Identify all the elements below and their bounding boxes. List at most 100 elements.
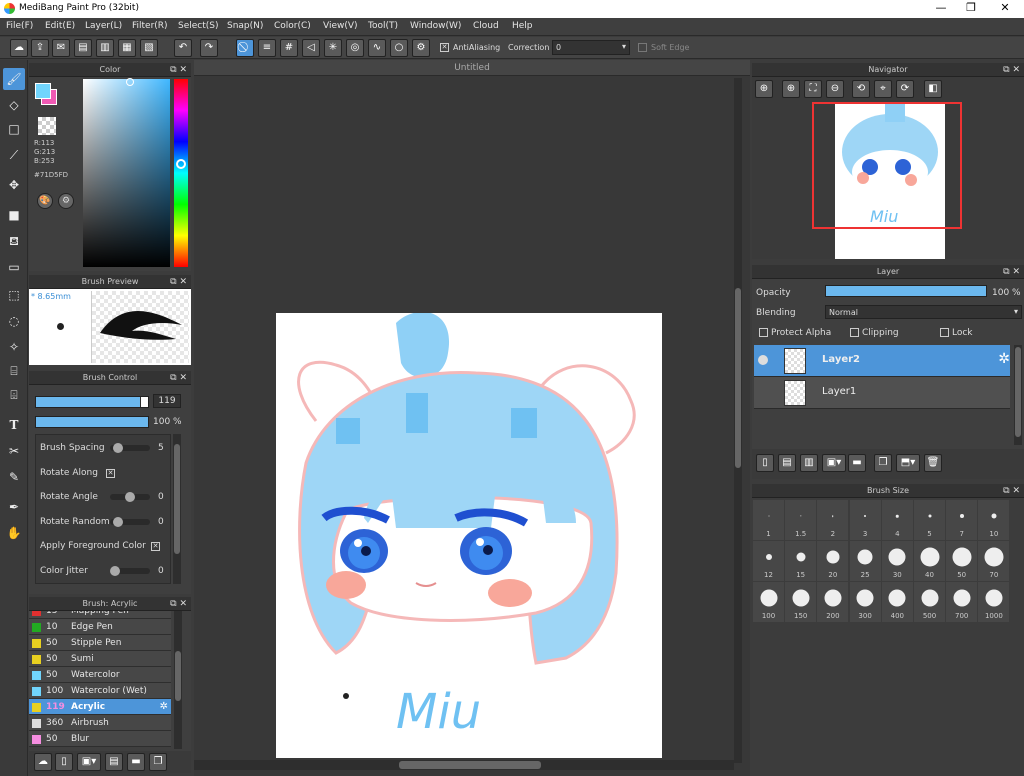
brush-opacity-slider[interactable] — [35, 416, 149, 428]
brush-size-slider[interactable] — [35, 396, 149, 408]
select-tool-icon[interactable]: ⬚ — [3, 284, 25, 306]
menu-layer[interactable]: Layer(L) — [85, 21, 122, 31]
brush-list-item[interactable]: 360 Airbrush — [29, 715, 171, 731]
menu-cloud[interactable]: Cloud — [473, 21, 499, 31]
brush-list-item[interactable]: 15 Mapping Pen — [29, 611, 171, 619]
concentric-snap-icon[interactable]: ◎ — [346, 39, 364, 57]
brush-size-option[interactable]: 700 — [946, 582, 978, 622]
panel-close-icon[interactable]: ⧉ ✕ — [170, 597, 187, 611]
brush-list-item[interactable]: 50 Sumi — [29, 651, 171, 667]
move-tool-icon[interactable]: ✥ — [3, 174, 25, 196]
panel-close-icon[interactable]: ⧉ ✕ — [1003, 265, 1020, 279]
cloud-brush-icon[interactable]: ☁ — [34, 753, 52, 771]
select-pen-icon[interactable]: ⌸ — [3, 360, 25, 382]
slider-knob[interactable] — [125, 492, 135, 502]
menu-color[interactable]: Color(C) — [274, 21, 311, 31]
brush-option-slider[interactable] — [110, 565, 150, 576]
brush-size-option[interactable]: 30 — [881, 541, 913, 581]
brush-list-item[interactable]: 10 Edge Pen — [29, 619, 171, 635]
folder-icon[interactable]: ▬ — [127, 753, 145, 771]
menu-file[interactable]: File(F) — [6, 21, 33, 31]
panel-close-icon[interactable]: ⧉ ✕ — [1003, 63, 1020, 77]
fit-icon[interactable]: ⛶ — [804, 80, 822, 98]
layer-list-scrollbar[interactable] — [1014, 345, 1022, 445]
cloud-icon[interactable]: ☁ — [10, 39, 28, 57]
brush-size-option[interactable]: 70 — [978, 541, 1010, 581]
duplicate-brush-icon[interactable]: ❐ — [149, 753, 167, 771]
brush-size-option[interactable]: 2 — [817, 500, 849, 540]
navigator-viewport-frame[interactable] — [812, 102, 962, 229]
brush-size-option[interactable]: 1.5 — [785, 500, 817, 540]
brush-size-option[interactable]: 400 — [881, 582, 913, 622]
close-window-button[interactable]: ✕ — [990, 1, 1020, 14]
document-tab[interactable]: Untitled — [194, 60, 750, 76]
add-brush-icon[interactable]: ▯ — [55, 753, 73, 771]
dot-tool-icon[interactable]: □ — [3, 118, 25, 140]
transparent-color-swatch[interactable] — [38, 117, 56, 135]
canvas-horizontal-scrollbar[interactable] — [194, 760, 734, 770]
chat-icon[interactable]: ▤ — [74, 39, 92, 57]
menu-tool[interactable]: Tool(T) — [368, 21, 398, 31]
slider-knob[interactable] — [113, 516, 123, 527]
perspective-snap-icon[interactable]: ◁ — [302, 39, 320, 57]
brush-option-slider[interactable] — [110, 492, 150, 502]
gradient-tool-icon[interactable]: ▭ — [3, 256, 25, 278]
hue-slider-handle[interactable] — [176, 159, 186, 169]
brush-size-option[interactable]: 500 — [914, 582, 945, 622]
page-icon[interactable]: ▥ — [96, 39, 114, 57]
grid-icon[interactable]: ▧ — [140, 39, 158, 57]
soft-edge-checkbox[interactable] — [638, 43, 650, 52]
brush-options-scrollbar[interactable] — [173, 434, 181, 584]
brush-list-item[interactable]: 50 Stipple Pen — [29, 635, 171, 651]
clipping-checkbox[interactable]: Clipping — [850, 328, 899, 338]
new-layer-icon[interactable]: ▯ — [756, 454, 774, 472]
correction-select[interactable]: 0 ▾ — [552, 40, 630, 55]
brush-size-option[interactable]: 1 — [753, 500, 784, 540]
curve-snap-icon[interactable]: ∿ — [368, 39, 386, 57]
brush-option-checkbox[interactable]: ✕ — [151, 542, 160, 551]
shape-tool-icon[interactable]: ■ — [3, 204, 25, 226]
panel-close-icon[interactable]: ⧉ ✕ — [170, 63, 187, 77]
brush-size-option[interactable]: 15 — [785, 541, 817, 581]
brush-size-option[interactable]: 20 — [817, 541, 849, 581]
blending-select[interactable]: Normal ▾ — [825, 305, 1022, 319]
brush-size-option[interactable]: 300 — [849, 582, 881, 622]
brush-size-option[interactable]: 200 — [817, 582, 849, 622]
bucket-tool-icon[interactable]: ⛾ — [3, 230, 25, 252]
foreground-color-swatch[interactable] — [35, 83, 51, 99]
gear-icon[interactable]: ⚙ — [412, 39, 430, 57]
brush-size-value[interactable]: 119 — [153, 394, 181, 408]
brush-list-scrollbar[interactable] — [174, 611, 182, 749]
rotate-left-icon[interactable]: ⟲ — [852, 80, 870, 98]
layer-opacity-slider[interactable] — [825, 285, 987, 297]
eyedropper-icon[interactable]: ✎ — [3, 466, 25, 488]
slider-knob[interactable] — [110, 565, 120, 576]
drawing-canvas[interactable]: Miu — [276, 311, 662, 758]
menu-view[interactable]: View(V) — [323, 21, 358, 31]
hue-slider[interactable] — [174, 79, 188, 267]
flip-icon[interactable]: ◧ — [924, 80, 942, 98]
add-layer-menu-icon[interactable]: ▣▾ — [822, 454, 846, 472]
new-layer-1bit-icon[interactable]: ▥ — [800, 454, 818, 472]
palette-icon[interactable]: 🎨 — [37, 193, 53, 209]
brush-size-option[interactable]: 1000 — [978, 582, 1010, 622]
brush-size-option[interactable]: 3 — [849, 500, 881, 540]
antialias-checkbox[interactable]: ✕ — [440, 43, 452, 52]
sv-picker-handle[interactable] — [126, 78, 134, 86]
brush-list-item[interactable]: 100 Watercolor (Wet) — [29, 683, 171, 699]
saturation-value-picker[interactable] — [83, 78, 170, 267]
palette-settings-icon[interactable]: ⚙ — [58, 193, 74, 209]
brush-option-slider[interactable] — [110, 443, 150, 453]
add-brush-menu-icon[interactable]: ▣▾ — [77, 753, 101, 771]
brush-option-slider[interactable] — [110, 516, 150, 527]
circle-snap-icon[interactable]: ○ — [390, 39, 408, 57]
upload-icon[interactable]: ⇪ — [31, 39, 49, 57]
parallel-snap-icon[interactable]: ≡ — [258, 39, 276, 57]
rotate-right-icon[interactable]: ⟳ — [896, 80, 914, 98]
eraser-tool-icon[interactable]: ◇ — [3, 94, 25, 116]
brush-size-option[interactable]: 4 — [881, 500, 913, 540]
hand-tool-icon[interactable]: ✋ — [3, 522, 25, 544]
panel-close-icon[interactable]: ⧉ ✕ — [170, 371, 187, 385]
text-tool-icon[interactable]: T — [3, 414, 25, 436]
pen-tool-icon[interactable]: ✒ — [3, 496, 25, 518]
